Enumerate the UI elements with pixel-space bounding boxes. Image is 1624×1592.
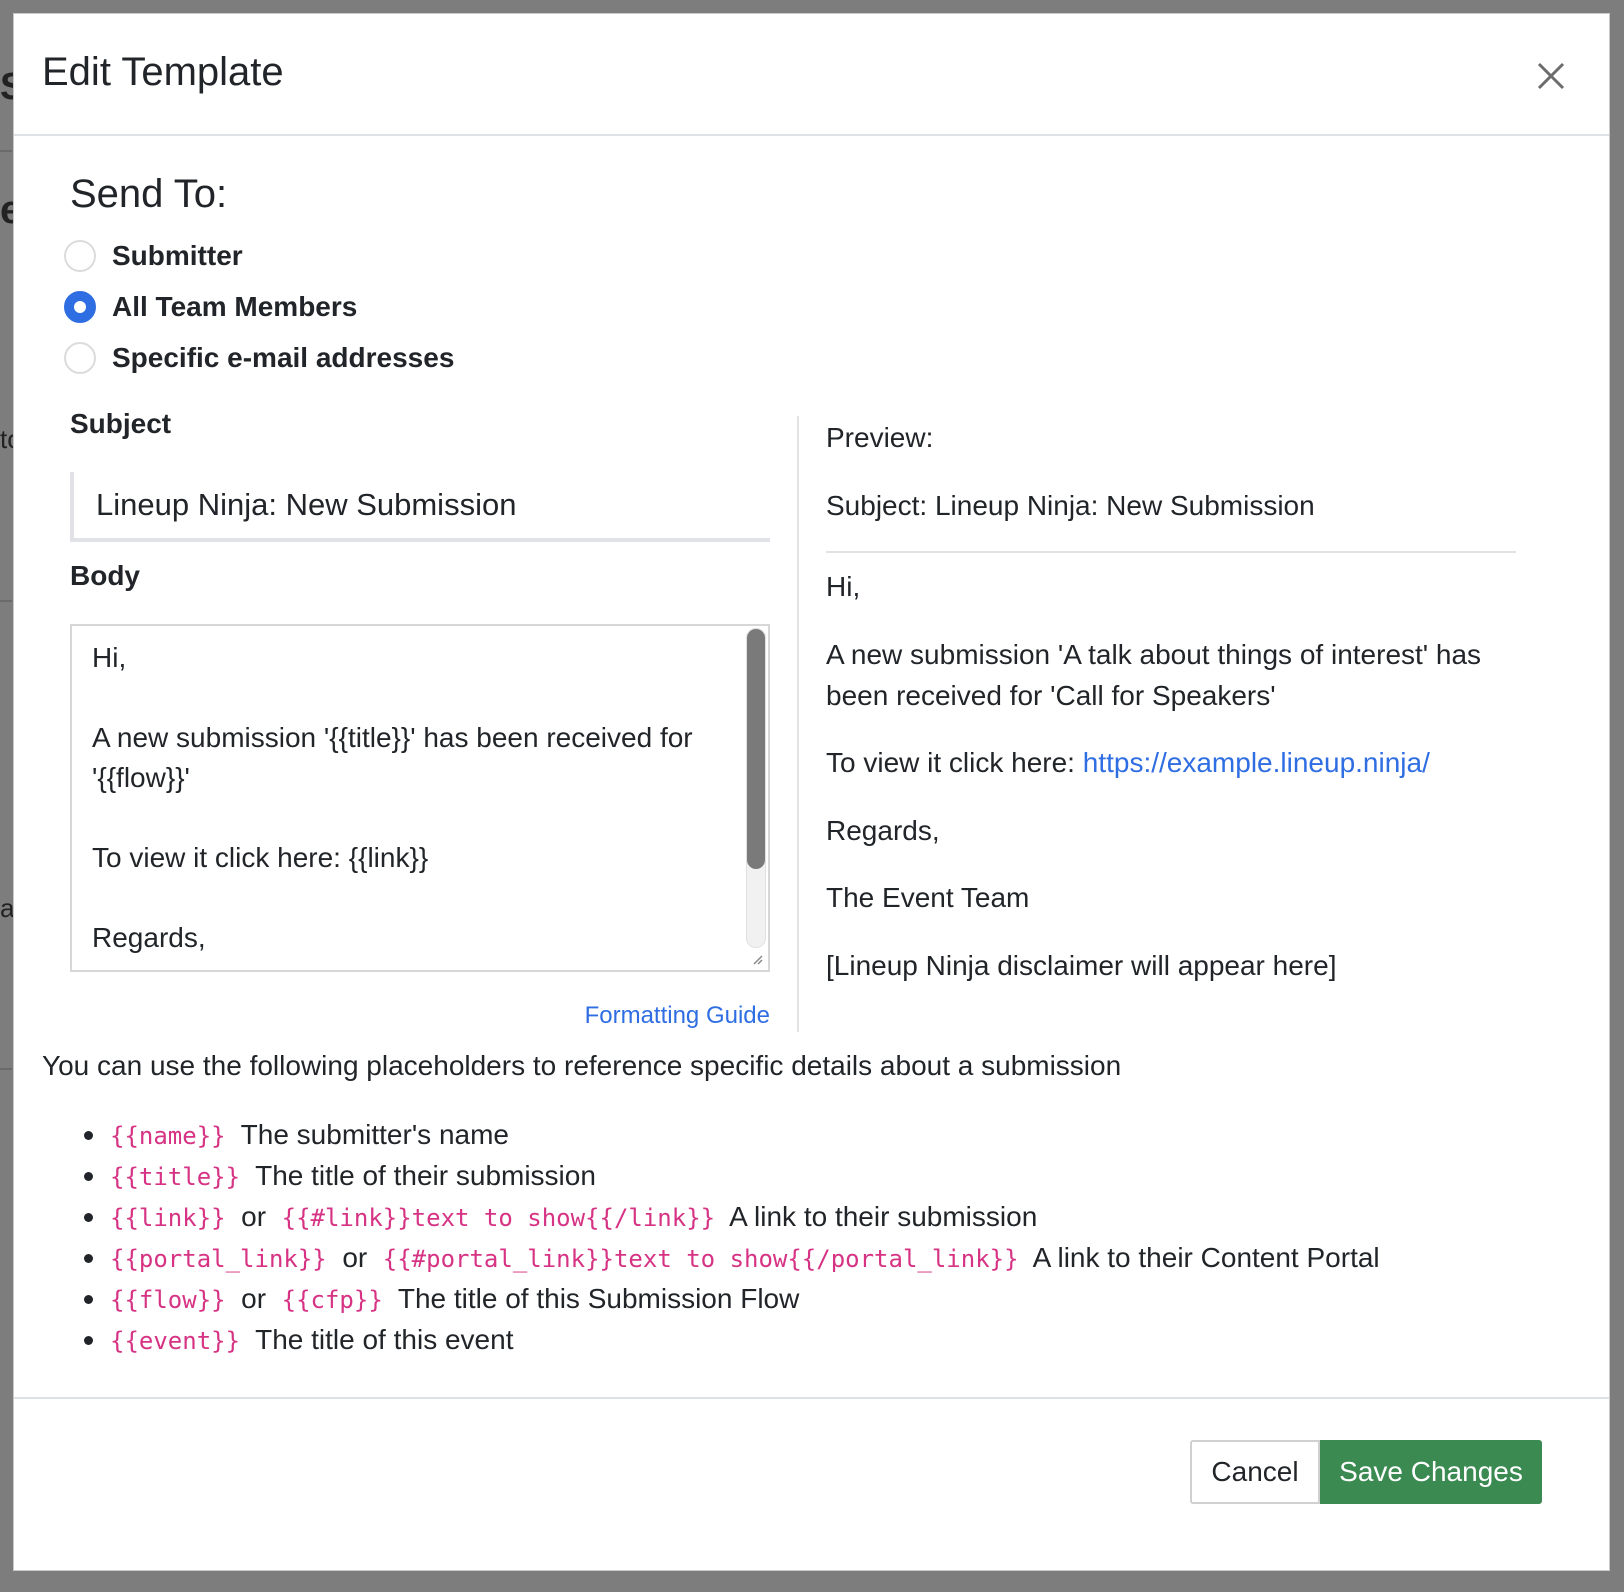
cancel-button[interactable]: Cancel xyxy=(1190,1440,1320,1504)
placeholder-code-alt: {{cfp}} xyxy=(281,1286,383,1314)
placeholder-or: or xyxy=(241,1283,267,1314)
list-item: {{flow}} or {{cfp}} The title of this Su… xyxy=(82,1278,1380,1319)
placeholders-list: {{name}} The submitter's name {{title}} … xyxy=(82,1114,1380,1360)
placeholder-desc: A link to their submission xyxy=(729,1201,1038,1232)
body-text[interactable]: Hi, A new submission '{{title}}' has bee… xyxy=(92,638,712,958)
modal-title: Edit Template xyxy=(42,50,284,94)
body-label: Body xyxy=(70,560,140,591)
placeholder-or: or xyxy=(241,1201,267,1232)
preview-greeting: Hi, xyxy=(826,571,861,602)
placeholder-code: {{title}} xyxy=(110,1163,241,1191)
placeholder-code: {{link}} xyxy=(110,1204,226,1232)
backdrop-divider xyxy=(0,150,12,152)
placeholder-or: or xyxy=(342,1242,368,1273)
close-icon xyxy=(1537,62,1565,90)
placeholder-code: {{flow}} xyxy=(110,1286,226,1314)
list-item: {{title}} The title of their submission xyxy=(82,1155,1380,1196)
placeholder-desc: The title of this event xyxy=(255,1324,514,1355)
placeholder-code-alt: {{#link}}text to show{{/link}} xyxy=(281,1204,716,1232)
placeholder-desc: A link to their Content Portal xyxy=(1032,1242,1380,1273)
scrollbar-thumb[interactable] xyxy=(747,629,765,869)
preview-link[interactable]: https://example.lineup.ninja/ xyxy=(1083,747,1430,778)
preview-disclaimer: [Lineup Ninja disclaimer will appear her… xyxy=(826,950,1337,981)
modal-footer-divider xyxy=(14,1397,1609,1399)
list-item: {{link}} or {{#link}}text to show{{/link… xyxy=(82,1196,1380,1237)
placeholder-code: {{portal_link}} xyxy=(110,1245,327,1273)
placeholder-code: {{name}} xyxy=(110,1122,226,1150)
radio-button-checked[interactable] xyxy=(64,291,96,323)
radio-button[interactable] xyxy=(64,342,96,374)
placeholder-desc: The title of their submission xyxy=(255,1160,596,1191)
radio-dot xyxy=(74,301,86,313)
radio-submitter[interactable]: Submitter xyxy=(64,236,243,276)
column-divider xyxy=(797,416,799,1032)
radio-label: All Team Members xyxy=(112,291,358,322)
save-changes-button[interactable]: Save Changes xyxy=(1320,1440,1542,1504)
resize-handle-icon[interactable] xyxy=(748,950,766,968)
list-item: {{event}} The title of this event xyxy=(82,1319,1380,1360)
radio-specific-emails[interactable]: Specific e-mail addresses xyxy=(64,338,454,378)
list-item: {{name}} The submitter's name xyxy=(82,1114,1380,1155)
preview-link-prefix: To view it click here: xyxy=(826,747,1083,778)
radio-button[interactable] xyxy=(64,240,96,272)
placeholder-desc: The title of this Submission Flow xyxy=(397,1283,800,1314)
placeholders-intro: You can use the following placeholders t… xyxy=(42,1050,1122,1081)
preview-link-line: To view it click here: https://example.l… xyxy=(826,742,1516,783)
preview-signature: The Event Team xyxy=(826,882,1030,913)
preview-message: A new submission 'A talk about things of… xyxy=(826,639,1482,711)
preview-subject: Subject: Lineup Ninja: New Submission xyxy=(826,490,1315,521)
placeholder-code-alt: {{#portal_link}}text to show{{/portal_li… xyxy=(382,1245,1019,1273)
placeholder-code: {{event}} xyxy=(110,1327,241,1355)
textarea-scrollbar[interactable] xyxy=(746,628,766,948)
modal-header: Edit Template xyxy=(14,14,1609,136)
list-item: {{portal_link}} or {{#portal_link}}text … xyxy=(82,1237,1380,1278)
radio-label: Submitter xyxy=(112,240,243,271)
send-to-title: Send To: xyxy=(70,172,228,216)
formatting-guide-link[interactable]: Formatting Guide xyxy=(574,1002,770,1030)
preview-regards: Regards, xyxy=(826,815,940,846)
edit-template-modal: Edit Template Send To: Submitter All Tea… xyxy=(13,13,1610,1571)
backdrop-divider xyxy=(0,1068,12,1070)
subject-input[interactable] xyxy=(70,472,770,542)
backdrop-divider xyxy=(0,600,12,602)
close-button[interactable] xyxy=(1531,56,1571,96)
subject-label: Subject xyxy=(70,408,172,439)
radio-label: Specific e-mail addresses xyxy=(112,342,455,373)
placeholder-desc: The submitter's name xyxy=(240,1119,509,1150)
radio-all-team-members[interactable]: All Team Members xyxy=(64,287,357,327)
body-textarea[interactable]: Hi, A new submission '{{title}}' has bee… xyxy=(70,624,770,972)
preview-label: Preview: xyxy=(826,422,934,453)
preview-divider xyxy=(826,551,1516,553)
